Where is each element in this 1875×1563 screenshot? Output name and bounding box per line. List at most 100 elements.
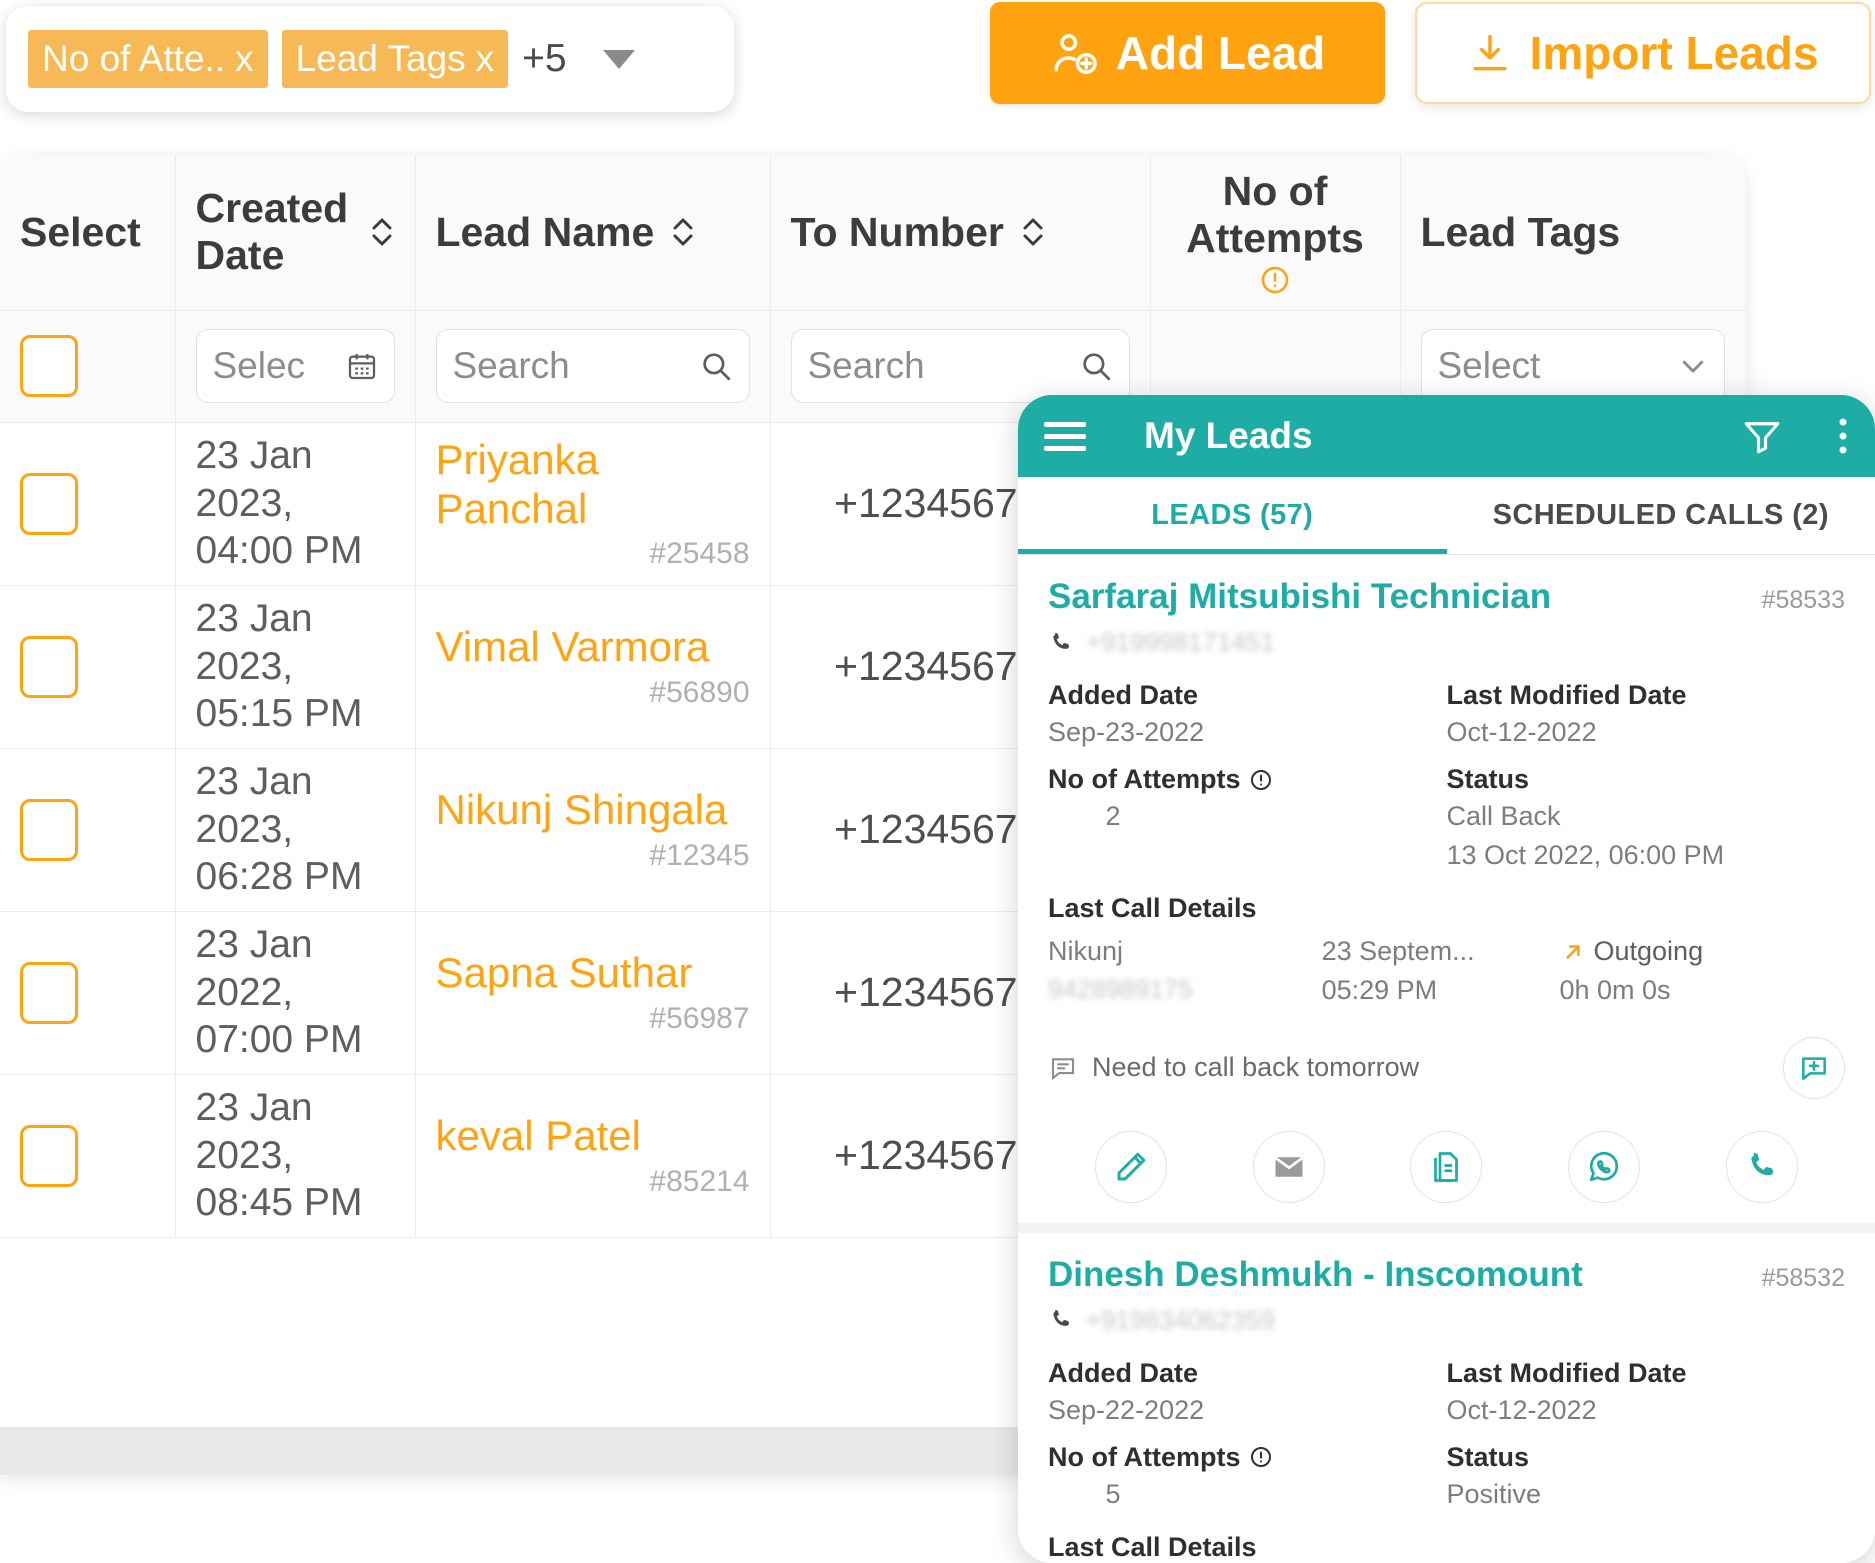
tab-scheduled-calls[interactable]: SCHEDULED CALLS (2) <box>1447 477 1875 554</box>
filter-cell-select-all <box>0 310 176 423</box>
row-checkbox[interactable] <box>20 798 78 861</box>
cell-lead-name: Sapna Suthar #56987 <box>415 911 771 1075</box>
add-lead-label: Add Lead <box>1115 27 1326 79</box>
sort-toggle-icon[interactable] <box>670 214 696 250</box>
cell-created-date: 23 Jan 2023, 06:28 PM <box>175 748 416 912</box>
filter-chip-remove-icon[interactable]: x <box>476 38 495 79</box>
field-label: Status <box>1446 1441 1530 1472</box>
search-icon[interactable] <box>699 349 733 383</box>
filter-chips-more-count[interactable]: +5 <box>522 37 566 81</box>
lead-name-link[interactable]: Priyanka Panchal <box>436 436 750 533</box>
tab-leads[interactable]: LEADS (57) <box>1018 477 1447 554</box>
filter-chip-lead-tags[interactable]: Lead Tags x <box>281 29 509 89</box>
row-checkbox[interactable] <box>20 961 78 1024</box>
info-icon[interactable] <box>1249 1445 1273 1469</box>
lead-id: #56890 <box>649 675 750 709</box>
field-value: Positive <box>1446 1478 1542 1509</box>
filter-cell-lead-name: Search <box>415 310 771 423</box>
search-icon[interactable] <box>1079 349 1113 383</box>
last-call-details-label: Last Call Details <box>1048 893 1257 924</box>
column-header-lead-name[interactable]: Lead Name <box>415 155 771 311</box>
lead-card-phone-row: +919834062359 <box>1048 1305 1845 1336</box>
field-value: Sep-23-2022 <box>1048 717 1205 747</box>
filter-cell-created-date: Selec <box>175 310 416 423</box>
sort-toggle-icon[interactable] <box>369 214 395 250</box>
overflow-menu-icon[interactable] <box>1837 415 1849 457</box>
row-select-cell <box>0 1074 176 1238</box>
add-lead-button[interactable]: Add Lead <box>990 2 1385 104</box>
mobile-lead-card[interactable]: Sarfaraj Mitsubishi Technician #58533 +9… <box>1018 555 1875 1113</box>
whatsapp-icon[interactable] <box>1568 1130 1641 1203</box>
field-label: Added Date <box>1048 1357 1199 1388</box>
info-icon[interactable] <box>1259 264 1291 296</box>
import-leads-button[interactable]: Import Leads <box>1415 2 1871 104</box>
field-label: Added Date <box>1048 680 1199 710</box>
column-header-to-number[interactable]: To Number <box>770 155 1151 311</box>
row-checkbox[interactable] <box>20 635 78 698</box>
chevron-down-icon[interactable] <box>602 49 635 69</box>
cell-lead-name: Nikunj Shingala #12345 <box>415 748 771 912</box>
lead-card-name[interactable]: Sarfaraj Mitsubishi Technician <box>1048 577 1551 617</box>
select-all-checkbox[interactable] <box>20 335 78 397</box>
field-no-of-attempts: No of Attempts 5 <box>1048 1442 1447 1512</box>
mobile-app-title: My Leads <box>1144 415 1313 456</box>
sort-toggle-icon[interactable] <box>1020 214 1046 250</box>
lead-tags-select[interactable]: Select <box>1420 329 1725 403</box>
lead-card-title-row: Dinesh Deshmukh - Inscomount #58532 <box>1048 1255 1845 1295</box>
cell-created-date: 23 Jan 2022, 07:00 PM <box>175 911 416 1075</box>
to-number-search-input[interactable]: Search <box>790 329 1130 403</box>
row-select-cell <box>0 748 176 912</box>
lead-id: #56987 <box>649 1001 750 1035</box>
filter-chip-label: Lead Tags <box>295 37 466 79</box>
lead-name-link[interactable]: keval Patel <box>436 1112 750 1160</box>
lead-name-link[interactable]: Sapna Suthar <box>436 949 750 997</box>
mobile-tabs: LEADS (57) SCHEDULED CALLS (2) <box>1018 477 1875 555</box>
to-number-search-placeholder: Search <box>807 345 925 386</box>
field-status: Status Positive <box>1447 1442 1846 1512</box>
filter-icon[interactable] <box>1741 415 1783 457</box>
outgoing-call-icon <box>1560 939 1586 965</box>
row-checkbox[interactable] <box>20 472 78 535</box>
lead-card-id: #58532 <box>1761 1263 1845 1292</box>
screenshot-root: No of Atte.. x Lead Tags x +5 Add Lead Imp… <box>0 0 1875 1563</box>
table-header-row: Select Created Date Lead Name To Number … <box>0 155 1745 311</box>
lead-name-link[interactable]: Nikunj Shingala <box>436 786 750 834</box>
column-header-select: Select <box>0 155 176 311</box>
lead-card-actions <box>1018 1113 1875 1223</box>
lead-name-link[interactable]: Vimal Varmora <box>436 623 750 671</box>
field-status: Status Call Back 13 Oct 2022, 06:00 PM <box>1447 764 1846 873</box>
hamburger-menu-icon[interactable] <box>1044 421 1086 451</box>
row-checkbox[interactable] <box>20 1124 78 1187</box>
field-label: No of Attempts <box>1048 1442 1447 1473</box>
column-header-created-date[interactable]: Created Date <box>175 155 416 311</box>
column-label: To Number <box>790 208 1004 255</box>
column-label: Created Date <box>195 185 349 279</box>
info-icon[interactable] <box>1249 768 1273 792</box>
lead-card-name[interactable]: Dinesh Deshmukh - Inscomount <box>1048 1255 1583 1295</box>
cell-lead-name: Vimal Varmora #56890 <box>415 585 771 749</box>
calendar-icon[interactable] <box>346 350 378 382</box>
last-call-details-row: Nikunj 9428989175 23 Septem... 05:29 PM … <box>1048 932 1845 1010</box>
call-icon[interactable] <box>1726 1130 1799 1203</box>
created-date-picker[interactable]: Selec <box>195 329 395 403</box>
email-icon[interactable] <box>1252 1130 1325 1203</box>
lead-id: #25458 <box>649 536 750 570</box>
notes-icon[interactable] <box>1410 1130 1483 1203</box>
call-direction-cell: Outgoing 0h 0m 0s <box>1560 932 1845 1010</box>
row-select-cell <box>0 422 176 586</box>
edit-icon[interactable] <box>1094 1130 1167 1203</box>
phone-icon <box>1048 1307 1074 1333</box>
chevron-down-icon[interactable] <box>1678 351 1708 381</box>
lead-name-search-placeholder: Search <box>452 345 570 386</box>
column-header-lead-tags: Lead Tags <box>1400 155 1745 311</box>
add-note-button[interactable] <box>1783 1036 1845 1099</box>
filter-chip-remove-icon[interactable]: x <box>235 38 254 79</box>
field-label: Status <box>1446 764 1530 795</box>
filter-chip-no-of-attempts[interactable]: No of Atte.. x <box>28 29 268 89</box>
mobile-lead-card[interactable]: Dinesh Deshmukh - Inscomount #58532 +919… <box>1018 1233 1875 1563</box>
phone-icon <box>1048 630 1074 656</box>
lead-name-search-input[interactable]: Search <box>435 329 750 403</box>
lead-card-phone-number: +919998171451 <box>1086 627 1275 657</box>
field-no-of-attempts: No of Attempts 2 <box>1048 764 1447 873</box>
lead-card-id: #58533 <box>1761 586 1845 614</box>
